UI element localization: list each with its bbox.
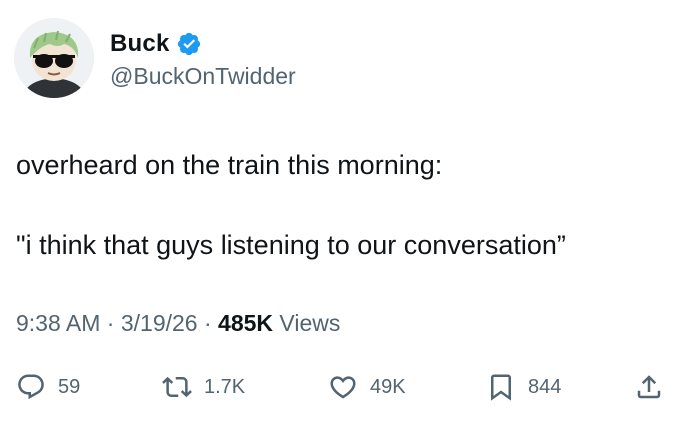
tweet-text-line-2: "i think that guys listening to our conv… — [16, 230, 566, 260]
avatar[interactable] — [14, 18, 94, 98]
user-names: Buck @BuckOnTwidder — [110, 29, 296, 90]
user-handle[interactable]: @BuckOnTwidder — [110, 63, 296, 90]
reply-icon — [18, 374, 44, 400]
tweet-time[interactable]: 9:38 AM — [16, 310, 100, 336]
display-name[interactable]: Buck — [110, 30, 170, 58]
meta-separator: · — [106, 310, 115, 336]
tweet-text-line-1: overheard on the train this morning: — [16, 150, 443, 180]
share-icon — [637, 375, 661, 399]
like-button[interactable]: 49K — [328, 367, 406, 407]
retweet-button[interactable]: 1.7K — [162, 367, 245, 407]
views-label: Views — [279, 310, 341, 336]
share-button[interactable] — [634, 367, 664, 407]
bookmark-count: 844 — [528, 375, 562, 398]
verified-badge-icon[interactable] — [176, 31, 202, 57]
tweet-meta: 9:38 AM · 3/19/26 · 485K Views — [16, 310, 340, 337]
bookmark-button[interactable]: 844 — [486, 367, 561, 407]
tweet-date[interactable]: 3/19/26 — [121, 310, 198, 336]
reply-count: 59 — [58, 375, 81, 398]
action-bar: 59 1.7K 49K 844 — [16, 367, 664, 407]
bookmark-icon — [491, 374, 511, 401]
views-count[interactable]: 485K — [218, 310, 273, 336]
heart-icon — [330, 376, 356, 399]
retweet-count: 1.7K — [204, 375, 246, 398]
reply-button[interactable]: 59 — [16, 367, 80, 407]
tweet-body: overheard on the train this morning: "i … — [16, 148, 656, 262]
meta-separator: · — [203, 310, 212, 336]
like-count: 49K — [370, 375, 406, 398]
tweet-header: Buck @BuckOnTwidder — [14, 18, 296, 98]
retweet-icon — [162, 376, 192, 398]
display-name-row: Buck — [110, 29, 296, 59]
